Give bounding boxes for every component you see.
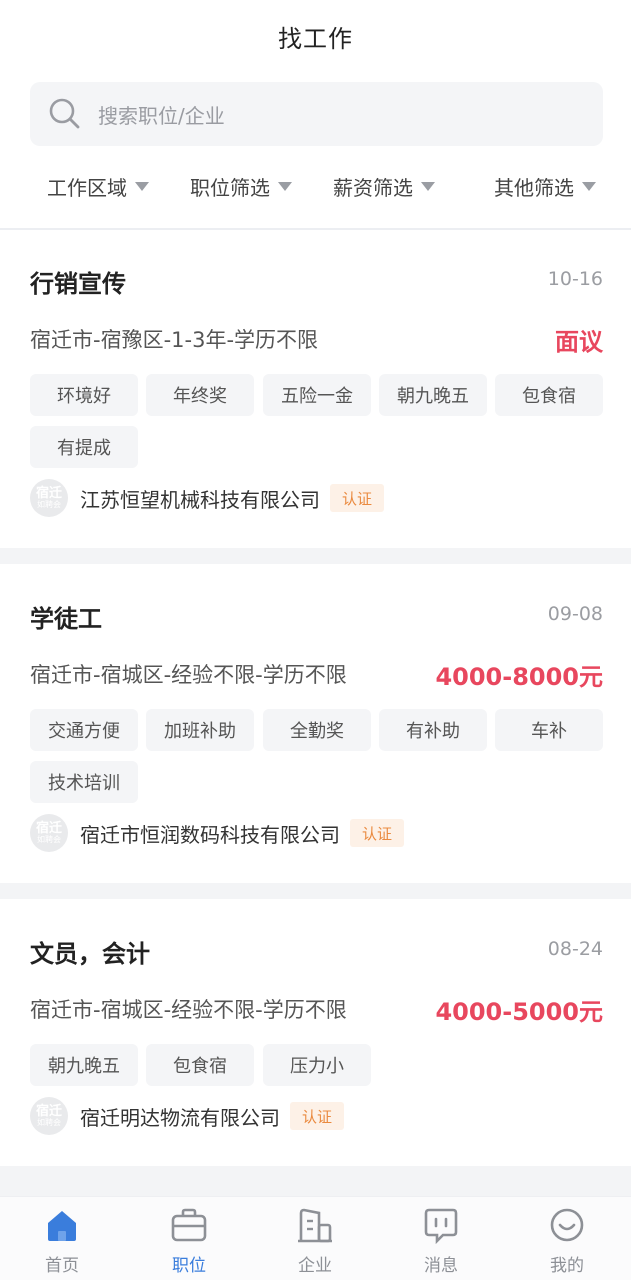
job-title: 学徒工 — [30, 605, 102, 633]
job-tag: 技术培训 — [30, 761, 138, 803]
job-tag: 包食宿 — [495, 374, 603, 416]
job-salary: 4000-8000元 — [435, 663, 603, 691]
logo-subtext: 如聘会 — [37, 1118, 61, 1127]
logo-subtext: 如聘会 — [37, 835, 61, 844]
profile-icon — [550, 1208, 584, 1242]
job-date: 09-08 — [547, 603, 603, 625]
search-input[interactable]: 搜索职位/企业 — [30, 82, 603, 146]
home-icon — [48, 1211, 76, 1241]
filter-label: 其他筛选 — [494, 175, 574, 200]
job-tag: 有补助 — [379, 709, 487, 751]
filter-other[interactable]: 其他筛选 — [494, 164, 596, 208]
job-card[interactable]: 行销宣传 10-16 宿迁市-宿豫区-1-3年-学历不限 面议 环境好 年终奖 … — [0, 264, 631, 548]
verified-badge: 认证 — [330, 484, 385, 512]
dropdown-arrow-icon — [278, 181, 292, 191]
message-icon — [424, 1208, 458, 1245]
filter-bar: 工作区域 职位筛选 薪资筛选 其他筛选 — [0, 164, 631, 208]
logo-subtext: 如聘会 — [37, 500, 61, 509]
tab-label: 企业 — [298, 1256, 332, 1276]
company-name: 宿迁明达物流有限公司 — [80, 1105, 280, 1130]
page-title: 找工作 — [278, 24, 353, 53]
briefcase-icon — [171, 1208, 207, 1242]
job-salary: 4000-5000元 — [435, 998, 603, 1026]
tab-profile[interactable]: 我的 — [517, 1197, 617, 1280]
company-row[interactable]: 宿迁 如聘会 江苏恒望机械科技有限公司 认证 — [30, 478, 385, 518]
job-title: 文员，会计 — [30, 940, 150, 968]
company-row[interactable]: 宿迁 如聘会 宿迁明达物流有限公司 认证 — [30, 1096, 345, 1136]
job-tag: 全勤奖 — [263, 709, 371, 751]
header: 找工作 — [0, 0, 631, 72]
job-title: 行销宣传 — [30, 270, 126, 298]
filter-label: 薪资筛选 — [333, 175, 413, 200]
filter-salary[interactable]: 薪资筛选 — [333, 164, 435, 208]
dropdown-arrow-icon — [582, 181, 596, 191]
job-location: 宿迁市-宿城区-经验不限-学历不限 — [30, 998, 347, 1022]
logo-text: 宿迁 — [35, 486, 62, 501]
job-date: 10-16 — [547, 268, 603, 290]
filter-label: 工作区域 — [47, 175, 127, 200]
company-name: 宿迁市恒润数码科技有限公司 — [80, 822, 340, 847]
logo-text: 宿迁 — [35, 1104, 62, 1119]
tab-home[interactable]: 首页 — [12, 1197, 112, 1280]
tab-jobs[interactable]: 职位 — [139, 1197, 239, 1280]
filter-label: 职位筛选 — [190, 175, 270, 200]
tab-company[interactable]: 企业 — [265, 1197, 365, 1280]
tab-label: 消息 — [424, 1256, 458, 1276]
job-tag: 压力小 — [263, 1044, 371, 1086]
job-tag: 环境好 — [30, 374, 138, 416]
job-tag: 年终奖 — [146, 374, 254, 416]
job-tag: 包食宿 — [146, 1044, 254, 1086]
card-separator — [0, 548, 631, 564]
tab-label: 职位 — [172, 1256, 206, 1276]
job-card[interactable]: 文员，会计 08-24 宿迁市-宿城区-经验不限-学历不限 4000-5000元… — [0, 934, 631, 1166]
building-icon — [298, 1208, 332, 1243]
filter-area[interactable]: 工作区域 — [47, 164, 149, 208]
verified-badge: 认证 — [350, 819, 405, 847]
company-logo: 宿迁 如聘会 — [30, 814, 68, 852]
dropdown-arrow-icon — [421, 181, 435, 191]
company-row[interactable]: 宿迁 如聘会 宿迁市恒润数码科技有限公司 认证 — [30, 813, 405, 853]
company-logo: 宿迁 如聘会 — [30, 1097, 68, 1135]
tab-label: 我的 — [550, 1256, 584, 1276]
job-location: 宿迁市-宿城区-经验不限-学历不限 — [30, 663, 347, 687]
company-name: 江苏恒望机械科技有限公司 — [80, 487, 320, 512]
company-logo: 宿迁 如聘会 — [30, 479, 68, 517]
logo-text: 宿迁 — [35, 821, 62, 836]
job-tag: 朝九晚五 — [379, 374, 487, 416]
job-salary: 面议 — [555, 328, 603, 356]
tab-label: 首页 — [45, 1256, 79, 1276]
card-separator — [0, 1166, 631, 1196]
job-tag: 五险一金 — [263, 374, 371, 416]
job-tag: 加班补助 — [146, 709, 254, 751]
job-location: 宿迁市-宿豫区-1-3年-学历不限 — [30, 328, 319, 352]
filter-position[interactable]: 职位筛选 — [190, 164, 292, 208]
verified-badge: 认证 — [290, 1102, 345, 1130]
job-tag: 车补 — [495, 709, 603, 751]
job-tag: 交通方便 — [30, 709, 138, 751]
job-date: 08-24 — [547, 938, 603, 960]
tab-messages[interactable]: 消息 — [391, 1197, 491, 1280]
dropdown-arrow-icon — [135, 181, 149, 191]
divider — [0, 228, 631, 230]
job-card[interactable]: 学徒工 09-08 宿迁市-宿城区-经验不限-学历不限 4000-8000元 交… — [0, 599, 631, 883]
job-tag: 有提成 — [30, 426, 138, 468]
search-icon — [49, 98, 80, 129]
job-tag: 朝九晚五 — [30, 1044, 138, 1086]
card-separator — [0, 883, 631, 899]
bottom-tab-bar: 首页 职位 企业 消息 我的 — [0, 1196, 631, 1280]
search-placeholder: 搜索职位/企业 — [98, 103, 225, 128]
